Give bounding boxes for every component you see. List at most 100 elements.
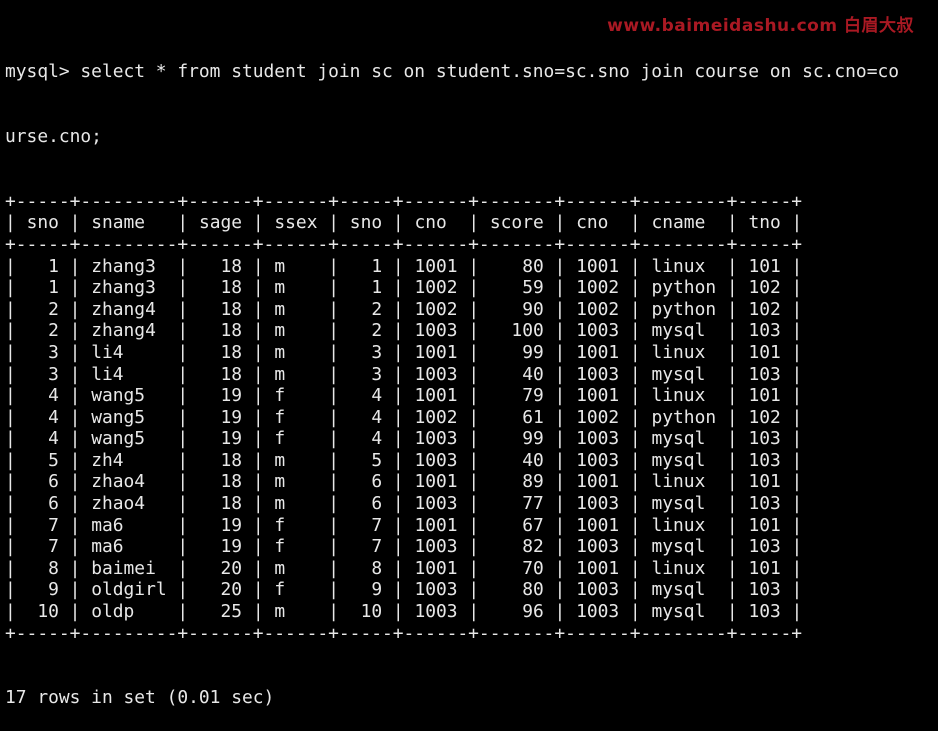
table-cell-ssex: m (274, 449, 318, 471)
table-cell-tno: 101 (748, 514, 781, 536)
table-cell-cno: 1002 (576, 406, 620, 428)
table-cell-cno: 1003 (576, 428, 620, 450)
table-row: | 2 | zhang4 | 18 | m | 2 | 1003 | 100 |… (5, 320, 803, 342)
table-cell-sno: 2 (349, 320, 383, 342)
table-cell-sage: 18 (198, 493, 243, 515)
table-cell-sno: 6 (349, 471, 383, 493)
command-line: mysql> select * from student join sc on … (5, 61, 899, 83)
table-cell-cno: 1002 (576, 298, 620, 320)
result-footer-line: 17 rows in set (0.01 sec) (5, 687, 899, 709)
table-cell-sno: 2 (26, 320, 59, 342)
table-cell-tno: 101 (748, 341, 781, 363)
table-cell-sname: wang5 (91, 428, 167, 450)
table-cell-sno: 1 (349, 255, 383, 277)
table-cell-sname: zhang4 (91, 298, 167, 320)
table-cell-cno: 1003 (414, 320, 458, 342)
table-cell-score: 99 (489, 428, 544, 450)
table-cell-tno: 103 (748, 428, 781, 450)
table-cell-ssex: m (274, 320, 318, 342)
prompt: mysql> (5, 61, 81, 83)
table-row: | 4 | wang5 | 19 | f | 4 | 1002 | 61 | 1… (5, 406, 803, 428)
table-row: | 1 | zhang3 | 18 | m | 1 | 1001 | 80 | … (5, 255, 803, 277)
table-cell-sno: 10 (349, 601, 383, 623)
table-row: | 4 | wang5 | 19 | f | 4 | 1001 | 79 | 1… (5, 385, 803, 407)
table-cell-score: 79 (489, 385, 544, 407)
table-cell-tno: 101 (748, 255, 781, 277)
table-cell-sname: baimei (91, 557, 167, 579)
table-cell-sno: 9 (26, 579, 59, 601)
column-header-cno: cno (414, 212, 458, 234)
table-row: | 1 | zhang3 | 18 | m | 1 | 1002 | 59 | … (5, 277, 803, 299)
table-cell-cname: mysql (651, 601, 717, 623)
table-cell-cno: 1002 (414, 277, 458, 299)
column-header-sno: sno (349, 212, 383, 234)
table-cell-sname: wang5 (91, 385, 167, 407)
table-cell-sno: 3 (26, 341, 59, 363)
table-row: | 3 | li4 | 18 | m | 3 | 1001 | 99 | 100… (5, 341, 803, 363)
result-table: +-----+---------+------+------+-----+---… (5, 191, 899, 644)
terminal-output: mysql> select * from student join sc on … (5, 18, 899, 731)
table-cell-tno: 102 (748, 406, 781, 428)
table-cell-tno: 102 (748, 298, 781, 320)
table-cell-cname: python (651, 406, 717, 428)
table-cell-sage: 25 (198, 601, 243, 623)
table-row: | 2 | zhang4 | 18 | m | 2 | 1002 | 90 | … (5, 298, 803, 320)
table-cell-sname: wang5 (91, 406, 167, 428)
table-cell-sname: oldgirl (91, 579, 167, 601)
table-cell-sno: 4 (26, 428, 59, 450)
terminal-window[interactable]: { "terminal": { "prompt": "mysql> ", "co… (0, 0, 938, 708)
table-cell-sno: 7 (26, 536, 59, 558)
table-cell-cno: 1003 (576, 320, 620, 342)
table-border: +-----+---------+------+------+-----+---… (5, 622, 803, 644)
table-cell-tno: 103 (748, 579, 781, 601)
table-cell-score: 82 (489, 536, 544, 558)
table-cell-ssex: f (274, 406, 318, 428)
table-cell-sno: 4 (349, 428, 383, 450)
table-cell-sage: 19 (198, 536, 243, 558)
table-row: | 5 | zh4 | 18 | m | 5 | 1003 | 40 | 100… (5, 449, 803, 471)
table-cell-sname: zhang3 (91, 255, 167, 277)
table-cell-sname: ma6 (91, 536, 167, 558)
table-cell-ssex: f (274, 579, 318, 601)
table-cell-ssex: m (274, 341, 318, 363)
table-cell-sname: zhang3 (91, 277, 167, 299)
table-row: | 4 | wang5 | 19 | f | 4 | 1003 | 99 | 1… (5, 428, 803, 450)
table-cell-score: 77 (489, 493, 544, 515)
table-cell-sno: 7 (349, 536, 383, 558)
table-cell-sage: 18 (198, 255, 243, 277)
table-cell-cname: mysql (651, 579, 717, 601)
table-cell-cno: 1002 (414, 298, 458, 320)
table-cell-sage: 19 (198, 428, 243, 450)
table-cell-tno: 103 (748, 493, 781, 515)
table-cell-cname: python (651, 277, 717, 299)
table-cell-sno: 5 (349, 449, 383, 471)
table-cell-cno: 1003 (414, 493, 458, 515)
command-continuation: urse.cno; (5, 125, 102, 147)
table-cell-tno: 103 (748, 320, 781, 342)
table-cell-cname: linux (651, 557, 717, 579)
table-cell-score: 80 (489, 579, 544, 601)
table-cell-score: 40 (489, 449, 544, 471)
table-cell-cno: 1003 (414, 601, 458, 623)
table-cell-tno: 101 (748, 471, 781, 493)
table-cell-sno: 6 (26, 493, 59, 515)
table-cell-score: 99 (489, 341, 544, 363)
table-cell-sage: 18 (198, 363, 243, 385)
table-cell-sage: 18 (198, 449, 243, 471)
table-row: | 6 | zhao4 | 18 | m | 6 | 1003 | 77 | 1… (5, 493, 803, 515)
table-cell-cname: mysql (651, 536, 717, 558)
column-header-cname: cname (651, 212, 717, 234)
table-cell-sno: 2 (26, 298, 59, 320)
command-text: select * from student join sc on student… (80, 61, 900, 83)
table-cell-sno: 3 (349, 341, 383, 363)
table-cell-cno: 1001 (576, 255, 620, 277)
table-cell-cno: 1003 (576, 536, 620, 558)
table-cell-cno: 1001 (576, 471, 620, 493)
table-cell-sage: 20 (198, 579, 243, 601)
table-cell-sno: 7 (349, 514, 383, 536)
table-cell-sage: 20 (198, 557, 243, 579)
table-cell-sno: 4 (349, 385, 383, 407)
table-cell-ssex: m (274, 601, 318, 623)
table-cell-tno: 103 (748, 536, 781, 558)
table-cell-tno: 103 (748, 449, 781, 471)
